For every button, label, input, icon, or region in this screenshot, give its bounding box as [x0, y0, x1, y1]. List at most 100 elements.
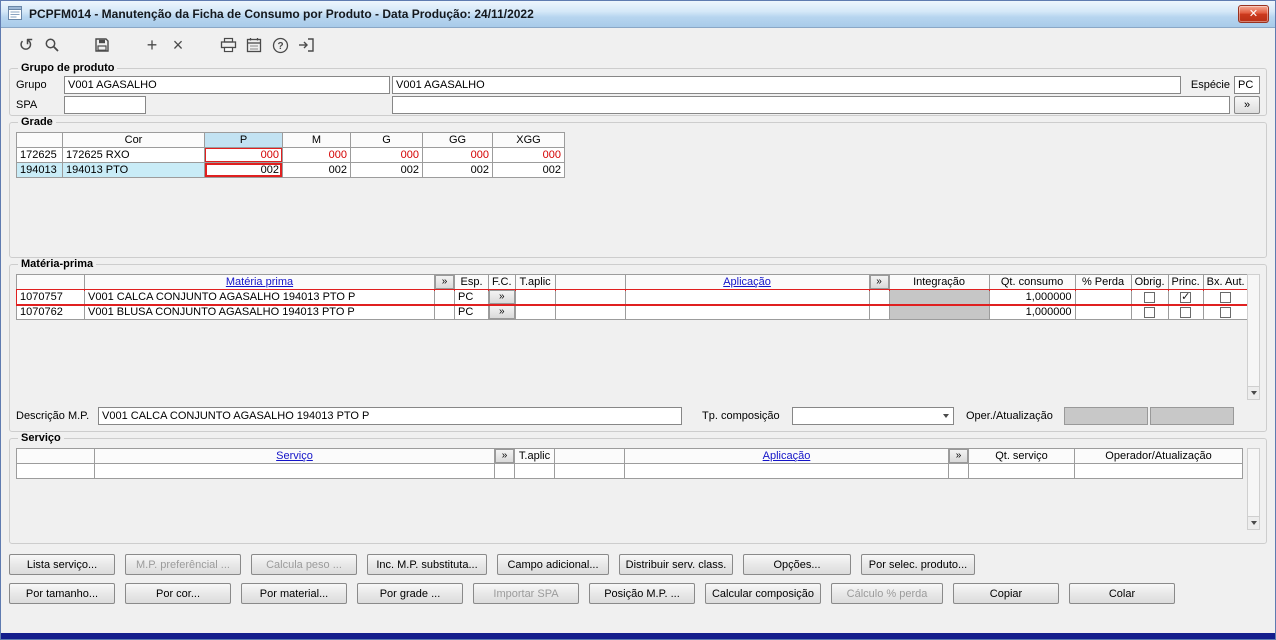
- scroll-down-button[interactable]: [1248, 386, 1259, 399]
- cell-blank[interactable]: [554, 289, 626, 305]
- materia-lookup-button[interactable]: »: [435, 275, 454, 289]
- por-material-button[interactable]: Por material...: [241, 583, 347, 604]
- cell-g[interactable]: 002: [350, 162, 423, 178]
- cell-qt-consumo[interactable]: 1,000000: [988, 304, 1076, 320]
- cell-esp[interactable]: PC: [454, 304, 489, 320]
- cell-materia[interactable]: V001 CALCA CONJUNTO AGASALHO 194013 PTO …: [84, 289, 435, 305]
- cell-blank[interactable]: [554, 463, 625, 479]
- cell-aplicacao[interactable]: [624, 289, 870, 305]
- cell-perda[interactable]: [1074, 289, 1132, 305]
- aplicacao-lookup-button[interactable]: »: [870, 275, 889, 289]
- cell-xgg[interactable]: 002: [492, 162, 565, 178]
- calcular-composicao-button[interactable]: Calcular composição: [705, 583, 821, 604]
- tp-composicao-dropdown[interactable]: [792, 406, 954, 425]
- cell-m[interactable]: 000: [282, 147, 351, 163]
- calendar-icon[interactable]: [241, 32, 267, 58]
- cell-xgg[interactable]: 000: [492, 147, 565, 163]
- svg-text:?: ?: [277, 41, 283, 52]
- spa-lookup-button[interactable]: »: [1234, 96, 1260, 114]
- cell-fc: »: [488, 304, 516, 320]
- materia-prima-group: Matéria-prima Matéria prima » Esp. F.C. …: [9, 258, 1267, 432]
- spa-descricao-field[interactable]: [392, 96, 1230, 114]
- cell-codigo[interactable]: 194013: [16, 162, 63, 178]
- obrig-checkbox[interactable]: [1144, 291, 1156, 303]
- especie-field[interactable]: PC: [1234, 76, 1260, 94]
- scroll-down-button[interactable]: [1248, 516, 1259, 529]
- por-cor-button[interactable]: Por cor...: [125, 583, 231, 604]
- princ-checkbox[interactable]: [1180, 291, 1192, 303]
- mp-col-aplicacao[interactable]: Aplicação: [624, 274, 870, 290]
- cell-aplicacao[interactable]: [624, 463, 949, 479]
- por-grade-button[interactable]: Por grade ...: [357, 583, 463, 604]
- grade-legend: Grade: [21, 116, 53, 128]
- sv-col-taplic: T.aplic: [514, 448, 555, 464]
- help-icon[interactable]: ?: [267, 32, 293, 58]
- princ-checkbox[interactable]: [1180, 306, 1192, 318]
- exit-icon[interactable]: [293, 32, 319, 58]
- cell-taplic[interactable]: [514, 289, 556, 305]
- fc-lookup-button[interactable]: »: [489, 290, 515, 304]
- grade-col-codigo: [16, 132, 63, 148]
- close-button[interactable]: ✕: [1238, 5, 1269, 23]
- descricao-mp-field[interactable]: V001 CALCA CONJUNTO AGASALHO 194013 PTO …: [98, 406, 682, 425]
- por-tamanho-button[interactable]: Por tamanho...: [9, 583, 115, 604]
- cell-aplicacao[interactable]: [624, 304, 870, 320]
- por-selec-produto-button[interactable]: Por selec. produto...: [861, 554, 975, 575]
- sv-col-servico[interactable]: Serviço: [94, 448, 495, 464]
- cell-m[interactable]: 002: [282, 162, 351, 178]
- distribuir-serv-class-button[interactable]: Distribuir serv. class.: [619, 554, 733, 575]
- mp-col-materia[interactable]: Matéria prima: [84, 274, 435, 290]
- search-icon[interactable]: [39, 32, 65, 58]
- cell-g[interactable]: 000: [350, 147, 423, 163]
- cell-princ: [1167, 304, 1204, 320]
- cell-cor[interactable]: 194013 PTO: [62, 162, 205, 178]
- grupo-code-field[interactable]: V001 AGASALHO: [64, 76, 390, 94]
- cell-p-editing[interactable]: 002: [204, 162, 283, 178]
- cell-codigo[interactable]: [16, 463, 95, 479]
- colar-button[interactable]: Colar: [1069, 583, 1175, 604]
- save-icon[interactable]: [89, 32, 115, 58]
- inc-mp-substituta-button[interactable]: Inc. M.P. substituta...: [367, 554, 487, 575]
- lista-servico-button[interactable]: Lista serviço...: [9, 554, 115, 575]
- mp-col-taplic: T.aplic: [514, 274, 556, 290]
- refresh-icon[interactable]: ↺: [13, 32, 39, 58]
- chevron-down-icon: [1250, 391, 1257, 395]
- cell-codigo[interactable]: 1070762: [16, 304, 85, 320]
- cell-qt-servico[interactable]: [968, 463, 1075, 479]
- cell-taplic[interactable]: [514, 463, 555, 479]
- bx-aut-checkbox[interactable]: [1220, 291, 1232, 303]
- posicao-mp-button[interactable]: Posição M.P. ...: [589, 583, 695, 604]
- copiar-button[interactable]: Copiar: [953, 583, 1059, 604]
- servico-lookup-button[interactable]: »: [495, 449, 514, 463]
- cell-gg[interactable]: 000: [422, 147, 493, 163]
- obrig-checkbox[interactable]: [1144, 306, 1156, 318]
- cell-taplic[interactable]: [514, 304, 556, 320]
- spa-code-field[interactable]: [64, 96, 146, 114]
- sv-aplicacao-lookup-button[interactable]: »: [949, 449, 968, 463]
- opcoes-button[interactable]: Opções...: [743, 554, 851, 575]
- delete-icon[interactable]: ×: [165, 32, 191, 58]
- cell-perda[interactable]: [1074, 304, 1132, 320]
- cell-blank[interactable]: [554, 304, 626, 320]
- cell-codigo[interactable]: 172625: [16, 147, 63, 163]
- cell-cor[interactable]: 172625 RXO: [62, 147, 205, 163]
- bx-aut-checkbox[interactable]: [1220, 306, 1232, 318]
- cell-operador[interactable]: [1074, 463, 1243, 479]
- close-icon: ✕: [1248, 7, 1259, 20]
- sv-col-aplicacao[interactable]: Aplicação: [624, 448, 949, 464]
- fc-lookup-button[interactable]: »: [489, 305, 515, 319]
- cell-p[interactable]: 000: [204, 147, 283, 163]
- cell-materia[interactable]: V001 BLUSA CONJUNTO AGASALHO 194013 PTO …: [84, 304, 435, 320]
- materia-prima-scrollbar[interactable]: [1247, 274, 1260, 400]
- cell-codigo[interactable]: 1070757: [16, 289, 85, 305]
- campo-adicional-button[interactable]: Campo adicional...: [497, 554, 609, 575]
- oper-field-1: [1064, 406, 1148, 425]
- print-icon[interactable]: [215, 32, 241, 58]
- cell-servico[interactable]: [94, 463, 495, 479]
- add-icon[interactable]: +: [139, 32, 165, 58]
- cell-qt-consumo[interactable]: 1,000000: [988, 289, 1076, 305]
- grupo-descricao-field[interactable]: V001 AGASALHO: [392, 76, 1181, 94]
- cell-gg[interactable]: 002: [422, 162, 493, 178]
- servico-scrollbar[interactable]: [1247, 448, 1260, 530]
- cell-esp[interactable]: PC: [454, 289, 489, 305]
